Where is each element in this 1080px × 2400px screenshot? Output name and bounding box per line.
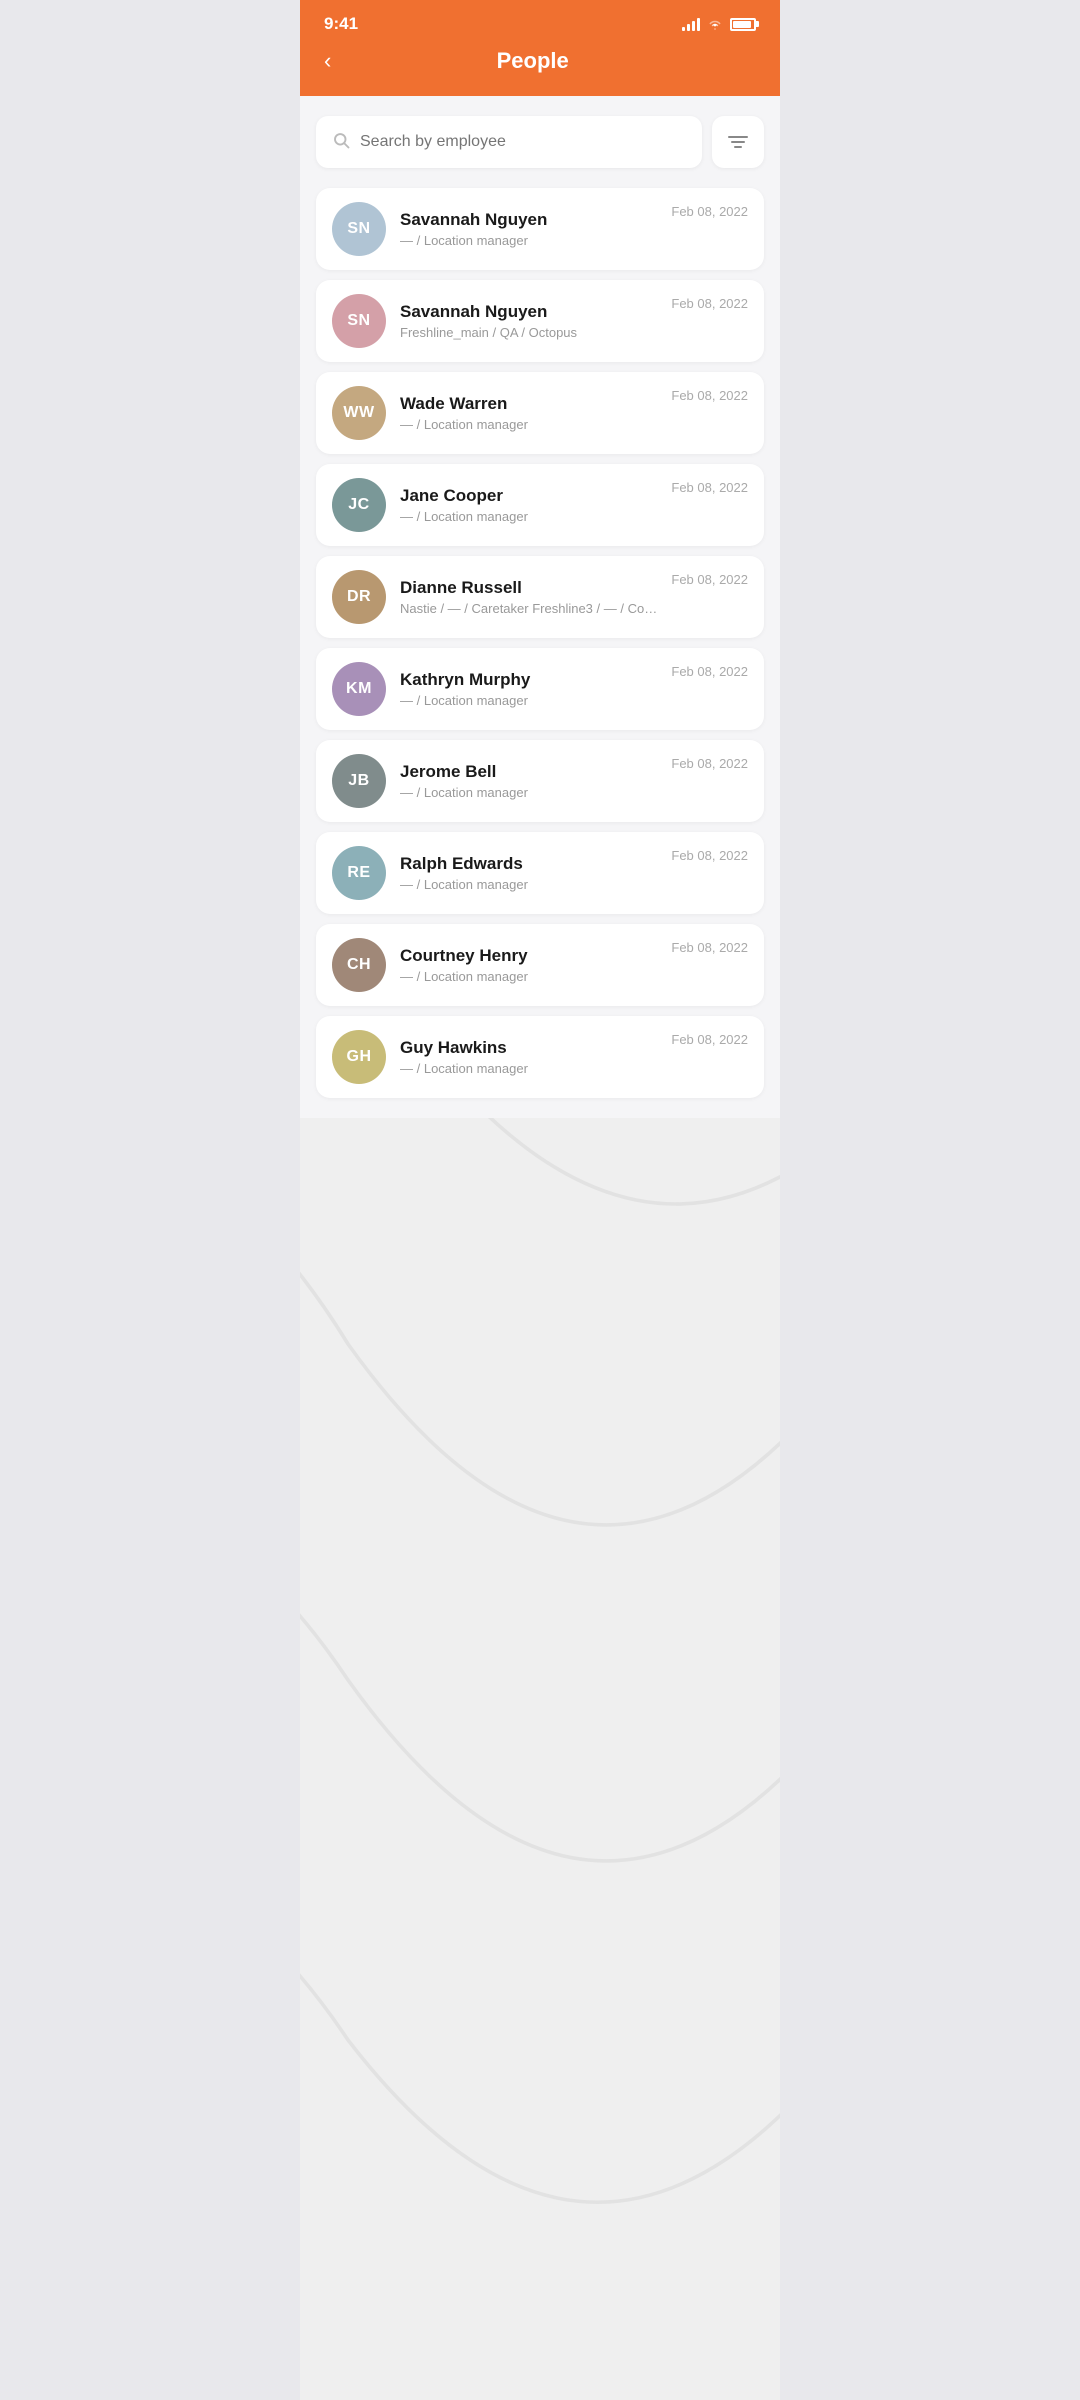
employee-role: — / Location manager: [400, 877, 657, 892]
status-time: 9:41: [324, 14, 358, 34]
employee-card[interactable]: SN Savannah Nguyen — / Location manager Feb…: [316, 188, 764, 270]
employee-name: Wade Warren: [400, 394, 657, 414]
employee-name: Jane Cooper: [400, 486, 657, 506]
wifi-icon: [706, 16, 724, 32]
battery-icon: [730, 18, 756, 31]
employee-card[interactable]: WW Wade Warren — / Location manager Feb 08,…: [316, 372, 764, 454]
main-content: SN Savannah Nguyen — / Location manager Feb…: [300, 96, 780, 1118]
employee-info: Jane Cooper — / Location manager: [400, 486, 657, 524]
avatar: GH: [332, 1030, 386, 1084]
employee-name: Ralph Edwards: [400, 854, 657, 874]
employee-card[interactable]: JB Jerome Bell — / Location manager Feb 08,…: [316, 740, 764, 822]
search-input[interactable]: [360, 133, 686, 151]
filter-icon: [728, 136, 748, 148]
employee-role: Nastie / — / Caretaker Freshline3 / — / …: [400, 601, 657, 616]
employee-name: Guy Hawkins: [400, 1038, 657, 1058]
employee-role: — / Location manager: [400, 417, 657, 432]
employee-card[interactable]: DR Dianne Russell Nastie / — / Caretaker F…: [316, 556, 764, 638]
employee-name: Kathryn Murphy: [400, 670, 657, 690]
employee-date: Feb 08, 2022: [671, 204, 748, 219]
employee-list: SN Savannah Nguyen — / Location manager Feb…: [316, 188, 764, 1098]
employee-info: Jerome Bell — / Location manager: [400, 762, 657, 800]
filter-button[interactable]: [712, 116, 764, 168]
employee-date: Feb 08, 2022: [671, 664, 748, 679]
avatar: CH: [332, 938, 386, 992]
avatar: DR: [332, 570, 386, 624]
search-icon: [332, 131, 350, 154]
employee-date: Feb 08, 2022: [671, 1032, 748, 1047]
avatar: KM: [332, 662, 386, 716]
employee-date: Feb 08, 2022: [671, 296, 748, 311]
status-icons: [682, 16, 756, 32]
employee-info: Dianne Russell Nastie / — / Caretaker Fre…: [400, 578, 657, 616]
employee-info: Savannah Nguyen — / Location manager: [400, 210, 657, 248]
employee-info: Kathryn Murphy — / Location manager: [400, 670, 657, 708]
employee-info: Wade Warren — / Location manager: [400, 394, 657, 432]
employee-role: — / Location manager: [400, 693, 657, 708]
employee-info: Savannah Nguyen Freshline_main / QA / Oct…: [400, 302, 657, 340]
avatar: JB: [332, 754, 386, 808]
employee-date: Feb 08, 2022: [671, 756, 748, 771]
search-wrapper: [316, 116, 702, 168]
employee-name: Savannah Nguyen: [400, 210, 657, 230]
status-bar: 9:41: [300, 0, 780, 34]
employee-card[interactable]: SN Savannah Nguyen Freshline_main / QA / O…: [316, 280, 764, 362]
page-title: People: [339, 48, 726, 74]
employee-info: Ralph Edwards — / Location manager: [400, 854, 657, 892]
search-row: [316, 116, 764, 168]
employee-role: — / Location manager: [400, 1061, 657, 1076]
employee-date: Feb 08, 2022: [671, 388, 748, 403]
employee-name: Jerome Bell: [400, 762, 657, 782]
employee-info: Guy Hawkins — / Location manager: [400, 1038, 657, 1076]
employee-name: Courtney Henry: [400, 946, 657, 966]
header: ‹ People: [300, 34, 780, 96]
employee-role: — / Location manager: [400, 969, 657, 984]
employee-role: — / Location manager: [400, 509, 657, 524]
avatar: SN: [332, 294, 386, 348]
employee-role: — / Location manager: [400, 785, 657, 800]
employee-card[interactable]: GH Guy Hawkins — / Location manager Feb 08,…: [316, 1016, 764, 1098]
signal-icon: [682, 17, 700, 31]
avatar: RE: [332, 846, 386, 900]
employee-date: Feb 08, 2022: [671, 848, 748, 863]
employee-role: — / Location manager: [400, 233, 657, 248]
employee-date: Feb 08, 2022: [671, 480, 748, 495]
employee-card[interactable]: CH Courtney Henry — / Location manager Feb …: [316, 924, 764, 1006]
employee-name: Savannah Nguyen: [400, 302, 657, 322]
employee-date: Feb 08, 2022: [671, 940, 748, 955]
employee-card[interactable]: RE Ralph Edwards — / Location manager Feb 0…: [316, 832, 764, 914]
employee-date: Feb 08, 2022: [671, 572, 748, 587]
employee-card[interactable]: JC Jane Cooper — / Location manager Feb 08,…: [316, 464, 764, 546]
avatar: SN: [332, 202, 386, 256]
avatar: JC: [332, 478, 386, 532]
employee-info: Courtney Henry — / Location manager: [400, 946, 657, 984]
back-button[interactable]: ‹: [324, 46, 339, 76]
employee-role: Freshline_main / QA / Octopus: [400, 325, 657, 340]
avatar: WW: [332, 386, 386, 440]
employee-card[interactable]: KM Kathryn Murphy — / Location manager Feb …: [316, 648, 764, 730]
employee-name: Dianne Russell: [400, 578, 657, 598]
